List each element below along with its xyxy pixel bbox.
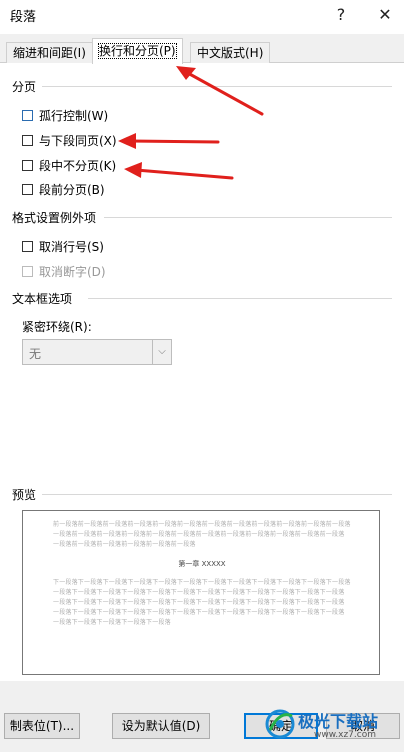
tab-label: 换行和分页(P) <box>98 43 177 59</box>
annotation-arrows <box>118 66 264 180</box>
tab-line-page-breaks[interactable]: 换行和分页(P) <box>92 38 183 64</box>
